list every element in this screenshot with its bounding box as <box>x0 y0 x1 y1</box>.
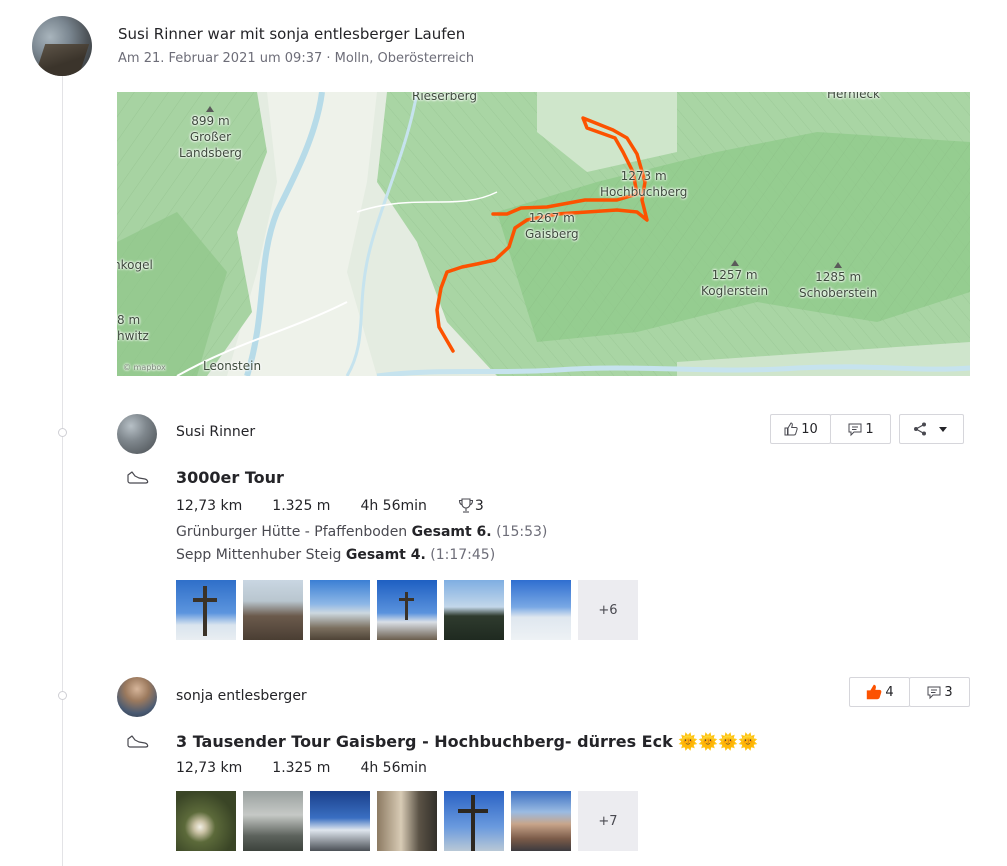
group-activity-date-location: Am 21. Februar 2021 um 09:37 · Molln, Ob… <box>118 51 475 66</box>
group-activity-title[interactable]: Susi Rinner war mit sonja entlesberger L… <box>118 25 465 43</box>
segment-effort[interactable]: Grünburger Hütte - Pfaffenboden Gesamt 6… <box>176 524 547 540</box>
stat-distance: 12,73 km <box>176 498 243 514</box>
running-shoe-icon <box>127 471 149 484</box>
avatar[interactable] <box>117 677 157 717</box>
map-label-rieserberg: Rieserberg <box>412 92 477 103</box>
map-peak-schoberstein: 1285 m Schoberstein <box>799 262 877 301</box>
photo-thumbnail[interactable] <box>176 791 236 851</box>
achievement-count: 3 <box>474 498 484 514</box>
stat-time: 4h 56min <box>360 498 427 514</box>
comment-icon <box>927 686 941 700</box>
thumbs-up-icon <box>784 422 798 436</box>
activity-stats: 12,73 km 1.325 m 4h 56min <box>176 760 457 776</box>
peak-elevation: 1257 m <box>711 268 758 282</box>
map-label-kogel: nkogel <box>117 258 153 272</box>
timeline-line <box>62 76 63 866</box>
peak-name: Großer <box>189 130 232 144</box>
stat-distance: 12,73 km <box>176 760 243 776</box>
route-map[interactable]: Rieserberg Hernleck 899 m Großer Landsbe… <box>117 92 970 376</box>
athlete-name[interactable]: sonja entlesberger <box>176 688 307 704</box>
peak-name: Hochbuchberg <box>600 185 688 199</box>
photo-thumbnail[interactable] <box>377 791 437 851</box>
mountain-peak-icon <box>834 262 843 268</box>
stat-time: 4h 56min <box>360 760 427 776</box>
avatar[interactable] <box>117 414 157 454</box>
peak-name: Schoberstein <box>799 286 878 300</box>
mountain-peak-icon <box>730 260 739 266</box>
segment-name: Grünburger Hütte - Pfaffenboden <box>176 524 408 540</box>
comment-button[interactable]: 1 <box>830 414 891 444</box>
map-label-hernleck: Hernleck <box>827 92 880 101</box>
more-photos-button[interactable]: +7 <box>578 791 638 851</box>
athlete-name[interactable]: Susi Rinner <box>176 424 255 440</box>
photo-thumbnail[interactable] <box>243 580 303 640</box>
activity-actions: 4 3 <box>849 677 970 707</box>
share-button[interactable] <box>899 414 964 444</box>
activity-stats: 12,73 km 1.325 m 4h 56min 3 <box>176 497 514 515</box>
peak-elevation: 1273 m <box>620 169 667 183</box>
photo-thumbnail[interactable] <box>176 580 236 640</box>
kudos-count: 4 <box>885 684 894 700</box>
comment-icon <box>848 423 862 437</box>
photo-thumbnail[interactable] <box>310 791 370 851</box>
stat-elevation: 1.325 m <box>272 760 331 776</box>
thumbs-up-icon <box>867 684 882 700</box>
sun-emoji: 🌞🌞🌞🌞 <box>678 732 758 751</box>
kudos-count: 10 <box>801 421 818 437</box>
map-peak-hochbuchberg: 1273 m Hochbuchberg <box>600 168 687 200</box>
photo-thumbnail[interactable] <box>243 791 303 851</box>
activity-title[interactable]: 3000er Tour <box>176 468 284 487</box>
peak-elevation: 899 m <box>191 114 230 128</box>
peak-name: Landsberg <box>179 146 242 160</box>
map-peak-grosser-landsberg: 899 m Großer Landsberg <box>179 106 242 161</box>
trophy-icon <box>458 498 473 513</box>
more-photos-button[interactable]: +6 <box>578 580 638 640</box>
segment-rank: Gesamt 6. <box>411 524 492 540</box>
kudos-button[interactable]: 4 <box>849 677 910 707</box>
map-peak-koglerstein: 1257 m Koglerstein <box>701 260 768 299</box>
photo-thumbnail[interactable] <box>444 791 504 851</box>
peak-name: Koglerstein <box>701 284 769 298</box>
stat-achievements[interactable]: 3 <box>457 497 514 515</box>
segment-effort[interactable]: Sepp Mittenhuber Steig Gesamt 4. (1:17:4… <box>176 547 495 563</box>
share-icon <box>913 422 926 436</box>
chevron-down-icon <box>938 427 947 432</box>
kudos-button[interactable]: 10 <box>770 414 831 444</box>
map-label-hwitz: 8 m hwitz <box>117 312 149 344</box>
segment-time: (15:53) <box>496 524 548 540</box>
comment-button[interactable]: 3 <box>909 677 970 707</box>
peak-elevation: 1285 m <box>815 270 862 284</box>
peak-elevation: 8 m <box>117 313 141 327</box>
running-shoe-icon <box>127 735 149 748</box>
photo-thumbnail[interactable] <box>511 580 571 640</box>
peak-name: Gaisberg <box>525 227 579 241</box>
stat-elevation: 1.325 m <box>272 498 331 514</box>
photo-thumbnail[interactable] <box>310 580 370 640</box>
photo-thumbnail[interactable] <box>444 580 504 640</box>
timeline-dot <box>58 691 67 700</box>
segment-name: Sepp Mittenhuber Steig <box>176 547 342 563</box>
activity-title-text: 3 Tausender Tour Gaisberg - Hochbuchberg… <box>176 732 673 751</box>
comment-count: 1 <box>865 421 874 437</box>
map-attribution[interactable]: © mapbox <box>123 360 166 376</box>
timeline-dot <box>58 428 67 437</box>
segment-time: (1:17:45) <box>430 547 496 563</box>
peak-elevation: 1267 m <box>528 211 575 225</box>
activity-actions: 10 1 <box>770 414 964 444</box>
avatar[interactable] <box>32 16 92 76</box>
mountain-peak-icon <box>206 106 215 112</box>
activity-title[interactable]: 3 Tausender Tour Gaisberg - Hochbuchberg… <box>176 732 758 751</box>
map-label-leonstein: Leonstein <box>203 359 262 373</box>
photo-thumbnail[interactable] <box>377 580 437 640</box>
comment-count: 3 <box>944 684 953 700</box>
place-name: hwitz <box>117 329 149 343</box>
map-peak-gaisberg: 1267 m Gaisberg <box>525 210 579 242</box>
photo-strip: +6 <box>176 580 645 640</box>
photo-thumbnail[interactable] <box>511 791 571 851</box>
segment-rank: Gesamt 4. <box>345 547 426 563</box>
photo-strip: +7 <box>176 791 645 851</box>
